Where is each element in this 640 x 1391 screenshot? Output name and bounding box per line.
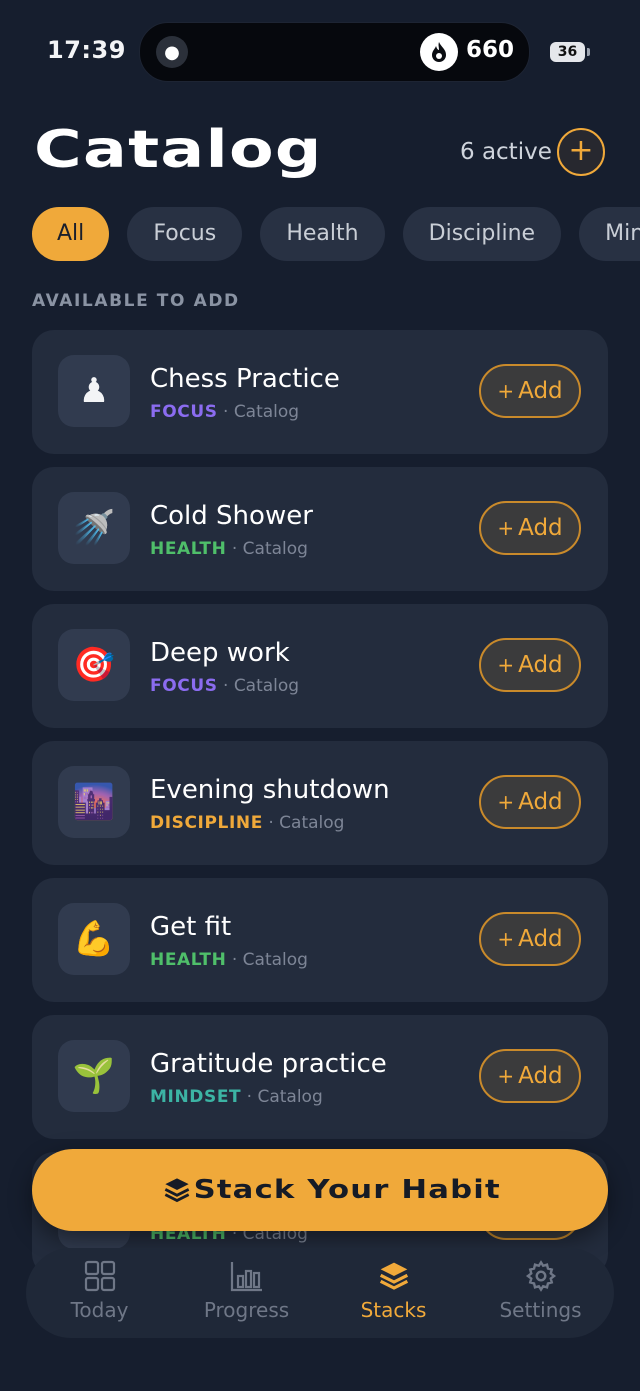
- plus-icon: +: [497, 379, 515, 403]
- tab-today-label: Today: [70, 1298, 129, 1322]
- tab-bar: Today Progress Stacks Settings: [26, 1248, 614, 1338]
- add-button[interactable]: +Add: [479, 775, 581, 829]
- category-filters: All Focus Health Discipline Minds: [32, 207, 640, 261]
- tab-settings[interactable]: Settings: [467, 1248, 614, 1338]
- plus-icon: +: [497, 1064, 515, 1088]
- habit-meta: DISCIPLINE · Catalog: [150, 813, 344, 833]
- habit-name: Deep work: [150, 638, 290, 668]
- habit-meta: HEALTH · Catalog: [150, 539, 308, 559]
- status-time: 17:39: [47, 36, 126, 64]
- habit-emoji-icon: 💪: [58, 903, 130, 975]
- habit-source: Catalog: [242, 950, 308, 970]
- habit-name: Chess Practice: [150, 364, 340, 394]
- add-button[interactable]: +Add: [479, 912, 581, 966]
- meta-separator: ·: [226, 539, 243, 559]
- add-button-label: Add: [518, 1063, 563, 1089]
- habit-source: Catalog: [233, 402, 300, 422]
- meta-separator: ·: [217, 676, 234, 696]
- habit-category: FOCUS: [150, 402, 218, 422]
- add-button-label: Add: [518, 378, 563, 404]
- stack-your-habit-label: Stack Your Habit: [193, 1175, 501, 1205]
- layers-icon: [164, 1178, 190, 1203]
- habit-emoji-icon: 🌱: [58, 1040, 130, 1112]
- habit-source: Catalog: [279, 813, 345, 833]
- tab-stacks[interactable]: Stacks: [320, 1248, 467, 1338]
- flame-icon: [420, 33, 458, 71]
- streak-count: 660: [466, 37, 515, 63]
- add-button[interactable]: +Add: [479, 1049, 581, 1103]
- bar-chart-icon: [230, 1258, 264, 1294]
- tab-settings-label: Settings: [499, 1298, 582, 1322]
- habit-emoji-icon: 🌆: [58, 766, 130, 838]
- habit-source: Catalog: [257, 1087, 323, 1107]
- grid-icon: [84, 1258, 116, 1294]
- habit-card[interactable]: 🎯 Deep work FOCUS · Catalog + Add: [32, 604, 608, 728]
- habit-name: Evening shutdown: [150, 775, 390, 805]
- filter-chip-all[interactable]: All: [32, 207, 110, 261]
- add-button-label: Add: [518, 652, 563, 678]
- active-count: 6 active: [460, 139, 552, 165]
- battery-indicator: 36: [550, 42, 590, 62]
- meta-separator: ·: [226, 950, 243, 970]
- meta-separator: ·: [241, 1087, 258, 1107]
- add-habit-button[interactable]: +: [557, 128, 605, 176]
- add-button-label: Add: [518, 926, 563, 952]
- meta-separator: ·: [217, 402, 234, 422]
- habit-meta: FOCUS · Catalog: [150, 402, 299, 422]
- section-label: AVAILABLE TO ADD: [32, 291, 240, 311]
- filter-chip-mindset[interactable]: Minds: [579, 207, 640, 261]
- habit-emoji-icon: ♟: [58, 355, 130, 427]
- habit-meta: HEALTH · Catalog: [150, 950, 308, 970]
- add-button[interactable]: +Add: [479, 501, 581, 555]
- add-button-label: Add: [518, 789, 563, 815]
- habit-source: Catalog: [242, 539, 308, 559]
- habit-source: Catalog: [233, 676, 300, 696]
- habit-emoji-icon: 🎯: [58, 629, 130, 701]
- habit-card[interactable]: 🌱 Gratitude practice MINDSET · Catalog + Add: [32, 1015, 608, 1139]
- gear-icon: [525, 1258, 557, 1294]
- habit-name: Gratitude practice: [150, 1049, 387, 1079]
- habit-category: FOCUS: [150, 676, 218, 696]
- apple-icon: ●: [156, 36, 188, 68]
- meta-separator: ·: [262, 813, 280, 833]
- tab-progress[interactable]: Progress: [173, 1248, 320, 1338]
- dynamic-island: ● 660: [139, 22, 530, 82]
- layers-icon: [378, 1258, 410, 1294]
- add-button[interactable]: +Add: [479, 364, 581, 418]
- tab-stacks-label: Stacks: [360, 1298, 427, 1322]
- tab-progress-label: Progress: [203, 1298, 290, 1322]
- habit-category: MINDSET: [150, 1087, 242, 1107]
- habit-name: Get fit: [150, 912, 232, 942]
- filter-chip-health[interactable]: Health: [260, 207, 385, 261]
- habit-card[interactable]: 🌆 Evening shutdown DISCIPLINE · Catalog + Ad…: [32, 741, 608, 865]
- plus-icon: +: [497, 653, 515, 677]
- habit-category: HEALTH: [150, 950, 227, 970]
- stack-your-habit-button[interactable]: Stack Your Habit: [32, 1149, 608, 1231]
- filter-chip-focus[interactable]: Focus: [127, 207, 243, 261]
- habit-name: Cold Shower: [150, 501, 313, 531]
- habit-meta: FOCUS · Catalog: [150, 676, 299, 696]
- plus-icon: +: [497, 516, 515, 540]
- habit-card[interactable]: 💪 Get fit HEALTH · Catalog + Add: [32, 878, 608, 1002]
- add-button[interactable]: +Add: [479, 638, 581, 692]
- tab-today[interactable]: Today: [26, 1248, 173, 1338]
- habit-category: DISCIPLINE: [150, 813, 263, 833]
- habit-emoji-icon: 🚿: [58, 492, 130, 564]
- filter-chip-discipline[interactable]: Discipline: [402, 207, 562, 261]
- plus-icon: +: [497, 790, 515, 814]
- habit-category: HEALTH: [150, 539, 227, 559]
- page-title: Catalog: [34, 120, 323, 180]
- habit-card[interactable]: 🚿 Cold Shower HEALTH · Catalog + Add: [32, 467, 608, 591]
- plus-icon: +: [497, 927, 515, 951]
- add-button-label: Add: [518, 515, 563, 541]
- habit-meta: MINDSET · Catalog: [150, 1087, 323, 1107]
- habit-card[interactable]: ♟ Chess Practice FOCUS · Catalog + Add: [32, 330, 608, 454]
- habit-list: ♟ Chess Practice FOCUS · Catalog + Add 🚿 Cold …: [32, 330, 608, 1289]
